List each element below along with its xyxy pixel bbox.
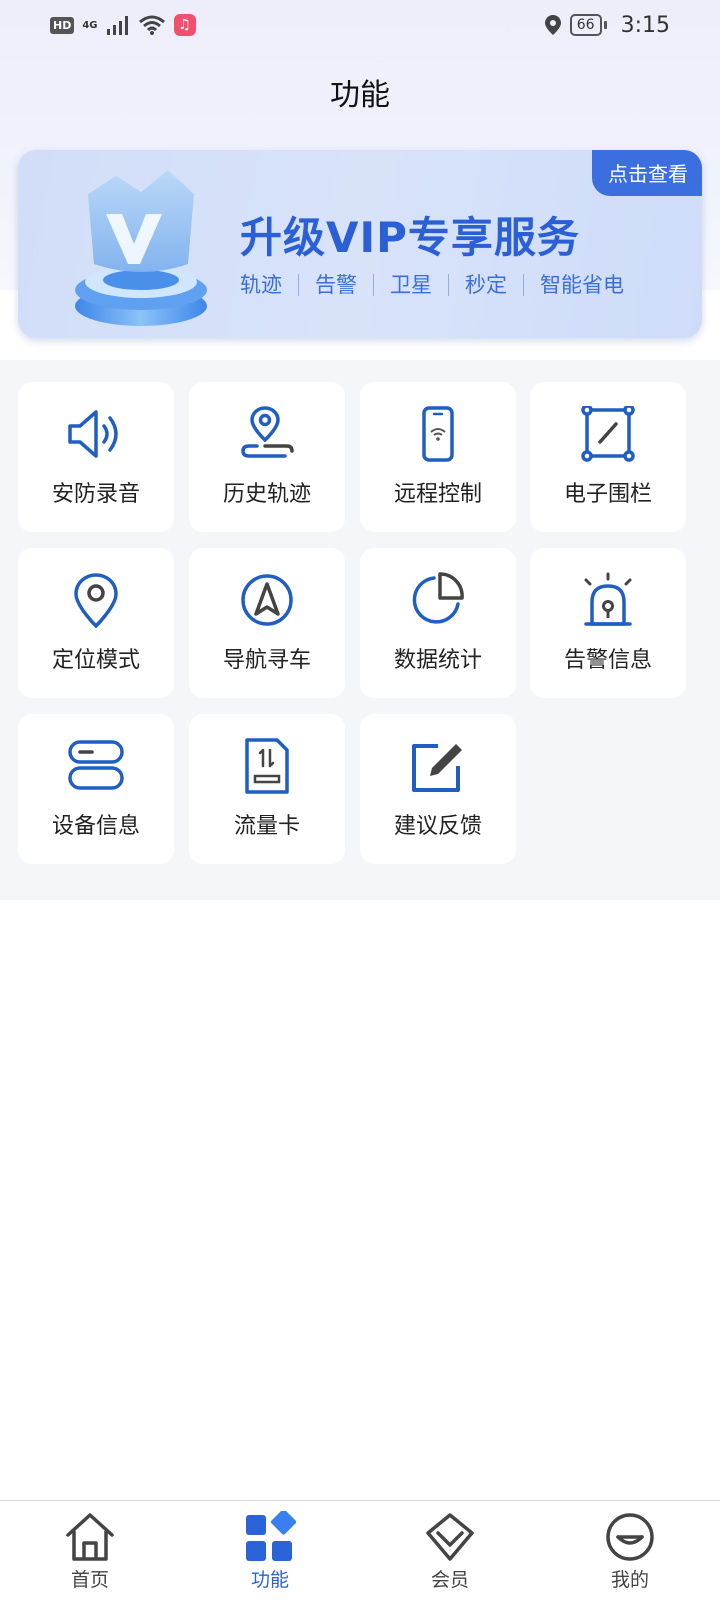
clock: 3:15	[620, 12, 670, 38]
tile-label: 远程控制	[393, 482, 482, 507]
function-grid-icon	[246, 1511, 296, 1561]
vip-feature: 秒定	[448, 274, 523, 296]
vip-feature: 卫星	[373, 274, 448, 296]
status-bar: HD 4G ♫ 66 3:15	[0, 0, 720, 50]
nav-label: 我的	[610, 1569, 649, 1591]
tile-remote-control[interactable]: 远程控制	[360, 382, 516, 532]
tile-location-mode[interactable]: 定位模式	[18, 548, 174, 698]
tile-label: 导航寻车	[222, 648, 311, 673]
nav-profile[interactable]: 我的	[540, 1501, 720, 1601]
pie-chart-icon	[412, 572, 464, 624]
vip-feature: 智能省电	[523, 274, 640, 296]
member-icon	[426, 1513, 474, 1561]
battery-level: 66	[569, 14, 602, 36]
wifi-icon	[138, 15, 165, 35]
music-app-icon: ♫	[173, 14, 196, 36]
tile-label: 设备信息	[51, 814, 140, 839]
tile-geo-fence[interactable]: 电子围栏	[530, 382, 686, 532]
alarm-icon	[584, 572, 632, 626]
tile-feedback[interactable]: 建议反馈	[360, 714, 516, 864]
network-type: 4G	[82, 19, 98, 31]
tile-label: 历史轨迹	[222, 482, 311, 507]
tile-navigate-car[interactable]: 导航寻车	[189, 548, 345, 698]
tile-label: 电子围栏	[563, 482, 652, 507]
tile-label: 流量卡	[233, 814, 300, 839]
hd-indicator: HD	[50, 16, 75, 34]
navigation-icon	[241, 574, 293, 626]
tile-label: 数据统计	[393, 648, 482, 673]
speaker-icon	[68, 410, 118, 458]
tile-device-info[interactable]: 设备信息	[18, 714, 174, 864]
device-icon	[68, 740, 124, 790]
location-track-icon	[241, 406, 294, 458]
profile-icon	[606, 1513, 654, 1561]
location-status-icon	[544, 15, 561, 35]
status-left: HD 4G ♫	[50, 14, 196, 36]
tile-data-statistics[interactable]: 数据统计	[360, 548, 516, 698]
fence-icon	[581, 406, 635, 462]
tile-label: 建议反馈	[393, 814, 482, 839]
vip-banner[interactable]: 点击查看 升级VIP专享服务 轨迹 告警 卫星 秒定 智能省电	[18, 150, 702, 338]
phone-remote-icon	[422, 406, 454, 462]
sim-card-icon	[245, 738, 289, 794]
vip-feature-list: 轨迹 告警 卫星 秒定 智能省电	[240, 274, 640, 296]
function-grid: 安防录音 历史轨迹 远程控制 电子围栏 定位模式 导航寻车 数据统计 告警信息 …	[0, 360, 720, 900]
tile-data-card[interactable]: 流量卡	[189, 714, 345, 864]
vip-crown-icon	[75, 170, 207, 326]
page-title: 功能	[330, 78, 390, 113]
vip-feature: 轨迹	[240, 273, 282, 297]
status-right: 66 3:15	[544, 13, 670, 38]
vip-feature: 告警	[298, 274, 373, 296]
nav-label: 首页	[70, 1569, 109, 1591]
battery-tip	[603, 21, 607, 29]
tile-label: 安防录音	[51, 482, 140, 507]
battery-indicator: 66	[569, 14, 607, 36]
nav-functions[interactable]: 功能	[180, 1501, 360, 1601]
nav-label: 会员	[430, 1569, 469, 1591]
tile-security-recording[interactable]: 安防录音	[18, 382, 174, 532]
feedback-edit-icon	[412, 744, 462, 792]
nav-member[interactable]: 会员	[360, 1501, 540, 1601]
tile-label: 定位模式	[51, 648, 140, 673]
nav-home[interactable]: 首页	[0, 1501, 180, 1601]
tile-alarm-info[interactable]: 告警信息	[530, 548, 686, 698]
vip-title: 升级VIP专享服务	[240, 213, 580, 262]
tile-history-track[interactable]: 历史轨迹	[189, 382, 345, 532]
home-icon	[66, 1513, 114, 1561]
bottom-nav: 首页 功能 会员 我的	[0, 1500, 720, 1601]
location-pin-icon	[74, 573, 118, 628]
view-details-badge[interactable]: 点击查看	[592, 150, 702, 196]
tile-label: 告警信息	[563, 648, 652, 673]
nav-label: 功能	[250, 1569, 289, 1591]
signal-icon	[106, 16, 128, 35]
